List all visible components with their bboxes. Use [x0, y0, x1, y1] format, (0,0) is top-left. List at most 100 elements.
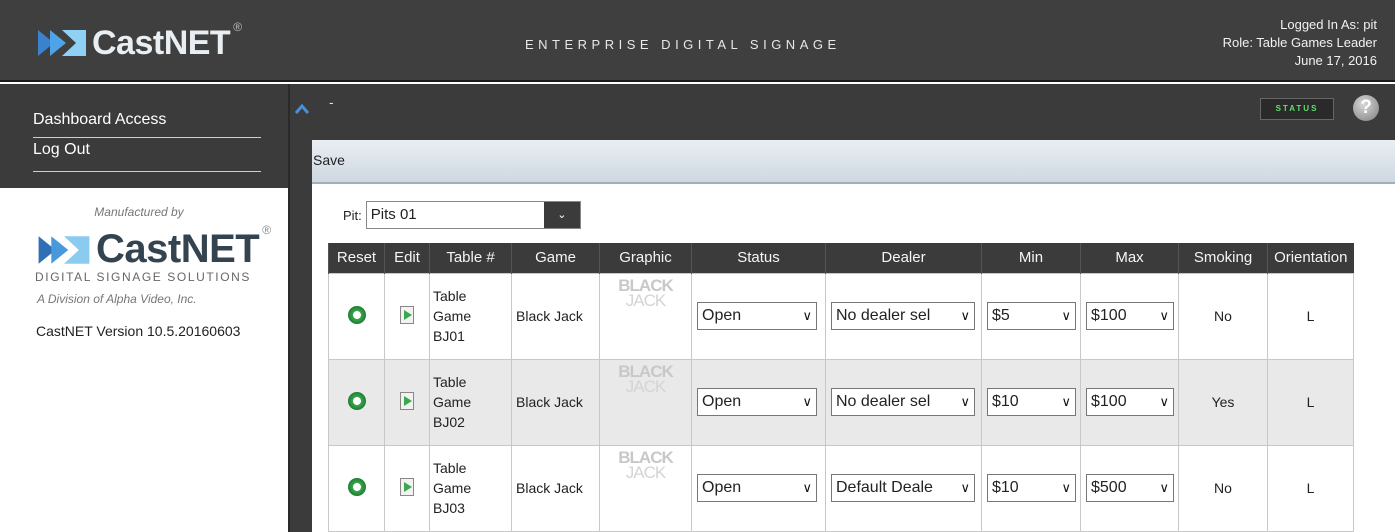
min-select-value: $10	[992, 392, 1019, 410]
status-select-value: Open	[702, 478, 742, 496]
max-select-value: $100	[1091, 392, 1127, 410]
max-select[interactable]: $100 ∨	[1086, 301, 1174, 330]
table-number-line: Game	[433, 394, 472, 410]
status-select-value: Open	[702, 306, 742, 324]
pit-label: Pit:	[343, 207, 362, 223]
reset-cell	[328, 444, 385, 532]
date-label: June 17, 2016	[1294, 53, 1377, 68]
reset-cell	[328, 272, 385, 360]
orientation-cell: L	[1267, 444, 1354, 532]
chevron-down-icon: ∨	[1061, 393, 1071, 409]
min-cell: $10 ∨	[981, 444, 1081, 532]
min-select[interactable]: $5 ∨	[987, 301, 1076, 330]
status-select[interactable]: Open ∨	[697, 301, 817, 330]
version-label: CastNET Version 10.5.20160603	[36, 323, 241, 339]
dealer-cell: No dealer sel ∨	[825, 358, 982, 446]
column-header[interactable]: Game	[511, 243, 600, 273]
manufactured-by-label: Manufactured by	[94, 205, 184, 219]
dealer-cell: Default Deale ∨	[825, 444, 982, 532]
game-cell: Black Jack	[511, 358, 600, 446]
table-number-line: Table	[433, 288, 467, 304]
graphic-bottom-text: JACK	[625, 376, 666, 396]
table-number-line: BJ02	[433, 414, 465, 430]
table-row: Table Game BJ02 Black Jack BLACK JACK Op…	[328, 358, 1354, 446]
save-button[interactable]: Save	[313, 152, 345, 168]
table-number-line: BJ01	[433, 328, 465, 344]
edit-cell	[384, 272, 430, 360]
chevron-down-icon: ∨	[1159, 307, 1169, 323]
table-row: Table Game BJ01 Black Jack BLACK JACK Op…	[328, 272, 1354, 360]
column-header[interactable]: Edit	[384, 243, 430, 273]
chevron-down-icon: ∨	[1061, 479, 1071, 495]
dealer-select[interactable]: No dealer sel ∨	[831, 387, 975, 416]
column-header[interactable]: Min	[981, 243, 1081, 273]
min-select-value: $5	[992, 306, 1010, 324]
edit-icon[interactable]	[400, 305, 414, 324]
blackjack-graphic: BLACK JACK	[600, 277, 691, 310]
dealer-select-value: Default Deale	[836, 478, 933, 496]
dealer-select-value: No dealer sel	[836, 306, 931, 324]
status-select[interactable]: Open ∨	[697, 473, 817, 502]
edit-icon[interactable]	[400, 391, 414, 410]
column-header[interactable]: Max	[1080, 243, 1179, 273]
edit-icon[interactable]	[400, 477, 414, 496]
brand-logo-text: CastNET	[92, 23, 231, 62]
castnet-logo-icon	[38, 30, 86, 56]
graphic-bottom-text: JACK	[625, 290, 666, 310]
min-cell: $10 ∨	[981, 358, 1081, 446]
chevron-down-icon[interactable]: ⌄	[543, 202, 580, 228]
dealer-cell: No dealer sel ∨	[825, 272, 982, 360]
refresh-icon[interactable]	[347, 477, 366, 496]
status-cell: Open ∨	[691, 272, 826, 360]
main-panel: - STATUS ? Save Pit: Pits 01 ⌄ Reset Edi…	[312, 84, 1395, 532]
column-header[interactable]: Status	[691, 243, 826, 273]
sidebar-item-log-out[interactable]: Log Out	[33, 138, 261, 172]
table-number-line: Table	[433, 374, 467, 390]
sidebar-menu: Dashboard Access Log Out	[0, 84, 288, 188]
toolbar: - STATUS ?	[312, 84, 1395, 140]
dealer-select[interactable]: No dealer sel ∨	[831, 301, 975, 330]
chevron-down-icon: ∨	[1061, 307, 1071, 323]
chevron-down-icon: ∨	[1159, 393, 1169, 409]
dealer-select-value: No dealer sel	[836, 392, 931, 410]
graphic-cell: BLACK JACK	[599, 272, 692, 360]
chevron-down-icon: ∨	[960, 307, 970, 323]
status-button[interactable]: STATUS	[1260, 98, 1334, 120]
min-select[interactable]: $10 ∨	[987, 387, 1076, 416]
status-select[interactable]: Open ∨	[697, 387, 817, 416]
column-header[interactable]: Reset	[328, 243, 385, 273]
save-bar	[312, 140, 1395, 184]
column-header[interactable]: Table #	[429, 243, 512, 273]
role-label: Role: Table Games Leader	[1222, 35, 1377, 50]
max-select[interactable]: $100 ∨	[1086, 387, 1174, 416]
chevron-down-icon: ∨	[1159, 479, 1169, 495]
column-header[interactable]: Dealer	[825, 243, 982, 273]
column-header[interactable]: Graphic	[599, 243, 692, 273]
graphic-bottom-text: JACK	[625, 462, 666, 482]
status-select-value: Open	[702, 392, 742, 410]
game-cell: Black Jack	[511, 444, 600, 532]
orientation-cell: L	[1267, 272, 1354, 360]
header-tagline: ENTERPRISE DIGITAL SIGNAGE	[525, 37, 841, 52]
app-header: CastNET ® ENTERPRISE DIGITAL SIGNAGE Log…	[0, 0, 1395, 82]
min-select[interactable]: $10 ∨	[987, 473, 1076, 502]
tables-grid: Reset Edit Table # Game Graphic Status D…	[328, 243, 1354, 532]
sidebar-splitter[interactable]	[288, 84, 312, 532]
max-select[interactable]: $500 ∨	[1086, 473, 1174, 502]
graphic-cell: BLACK JACK	[599, 358, 692, 446]
dealer-select[interactable]: Default Deale ∨	[831, 473, 975, 502]
refresh-icon[interactable]	[347, 305, 366, 324]
column-header[interactable]: Orientation	[1267, 243, 1354, 273]
refresh-icon[interactable]	[347, 391, 366, 410]
chevron-down-icon: ∨	[960, 479, 970, 495]
orientation-cell: L	[1267, 358, 1354, 446]
sidebar-item-dashboard-access[interactable]: Dashboard Access	[33, 104, 261, 138]
status-cell: Open ∨	[691, 358, 826, 446]
pit-select[interactable]: Pits 01 ⌄	[365, 201, 581, 229]
chevron-up-icon[interactable]	[294, 102, 310, 116]
help-icon[interactable]: ?	[1353, 95, 1379, 121]
table-number-cell: Table Game BJ01	[429, 272, 512, 360]
column-header[interactable]: Smoking	[1178, 243, 1268, 273]
smoking-cell: Yes	[1178, 358, 1268, 446]
edit-cell	[384, 358, 430, 446]
